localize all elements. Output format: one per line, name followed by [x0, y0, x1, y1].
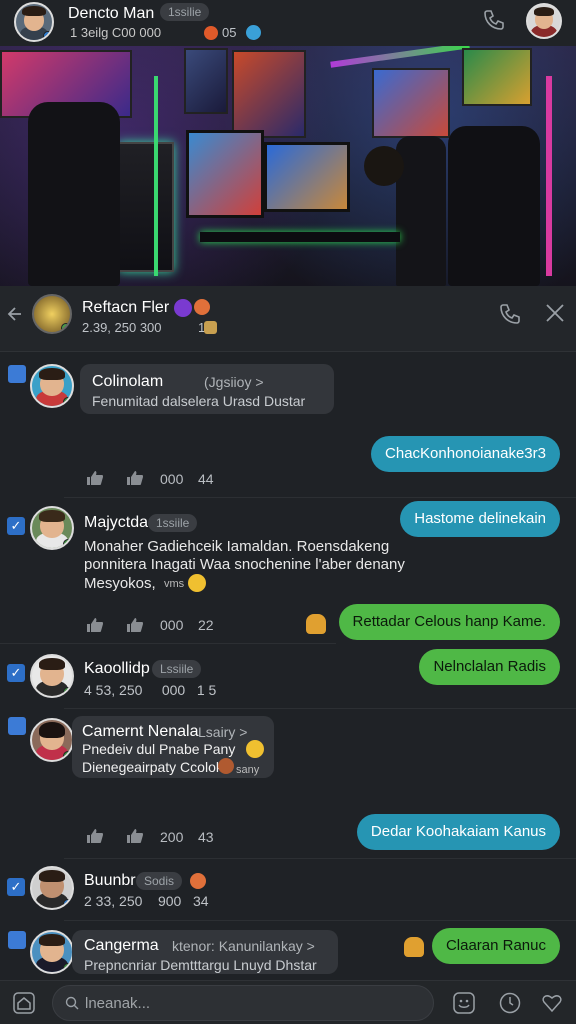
- fire-emoji-icon: [204, 26, 218, 40]
- timer-icon[interactable]: [498, 991, 522, 1015]
- message-line: Pnedeiv dul Pnabe Pany: [82, 741, 236, 757]
- hand-emoji-icon: [404, 937, 424, 957]
- reply-count: 43: [198, 829, 214, 845]
- message-bubble: Cangerma ktenor: Kanunilankay > Prepncnr…: [72, 930, 338, 974]
- close-icon[interactable]: [544, 302, 566, 324]
- thumbs-up-icon[interactable]: [86, 470, 104, 486]
- grin-emoji-icon: [246, 740, 264, 758]
- call-icon[interactable]: [498, 302, 522, 326]
- sender-name: Kaoollidp: [84, 660, 150, 677]
- checkbox-icon[interactable]: ✓: [7, 664, 25, 682]
- avatar[interactable]: [30, 654, 74, 698]
- face-emoji-icon: [190, 873, 206, 889]
- outgoing-message: Nelnclalan Radis: [419, 649, 560, 685]
- header-tag: 1ssilie: [160, 3, 210, 21]
- thumbs-up-icon[interactable]: [126, 828, 144, 844]
- conversation-stats: 2.39, 250 300: [82, 320, 162, 335]
- sender-tag: Sodis: [136, 872, 183, 890]
- like-badge-icon[interactable]: [8, 717, 26, 735]
- avatar[interactable]: [30, 718, 74, 762]
- outgoing-message: ChacKonhonoianake3r3: [371, 436, 560, 472]
- crystal-emoji-icon: [174, 299, 192, 317]
- sender-tag: ktenor: Kanunilankay >: [172, 938, 315, 954]
- header-stats: 1 3eilg C00 000: [70, 25, 162, 40]
- bag-emoji-icon: [204, 321, 217, 334]
- message-text: Fenumitad dalselera Urasd Dustar: [92, 393, 306, 409]
- header-title: Dencto Man: [68, 5, 155, 22]
- reaction-count: 000: [160, 471, 184, 487]
- avatar[interactable]: [30, 364, 74, 408]
- face-emoji-icon: [194, 299, 210, 315]
- message-suffix: vms: [164, 578, 185, 590]
- checkbox-icon[interactable]: ✓: [7, 878, 25, 896]
- avatar[interactable]: [30, 866, 74, 910]
- message-line: Dienegeairpaty Ccolok: [82, 759, 223, 775]
- thumbs-up-icon[interactable]: [86, 828, 104, 844]
- outgoing-message: Dedar Koohakaiam Kanus: [356, 814, 560, 850]
- conversation-title: Reftacn Fler: [82, 299, 170, 316]
- laugh-emoji-icon: [188, 574, 206, 592]
- message-input[interactable]: lneanak...: [52, 985, 434, 1021]
- message-text: Prepncnriar Demtttargu Lnuyd Dhstar: [84, 957, 317, 973]
- avatar[interactable]: [30, 506, 74, 550]
- message-bubble: Camernt Nenala Lsairy > Pnedeiv dul Pnab…: [72, 716, 274, 778]
- hand-emoji-icon: [306, 614, 326, 634]
- like-badge-icon[interactable]: [8, 931, 26, 949]
- sender-tag: (Jgsiioy >: [204, 374, 264, 390]
- header-avatar[interactable]: [14, 2, 54, 42]
- message-stats: 4 53, 250 000 1 5: [84, 682, 217, 698]
- checkbox-icon[interactable]: ✓: [7, 517, 25, 535]
- phone-icon[interactable]: [482, 8, 506, 32]
- composer-bar: lneanak...: [0, 980, 576, 1024]
- top-header: Dencto Man 1ssilie 1 3eilg C00 000 05: [0, 0, 576, 46]
- chat-app: { "header":{"title":"Dencto Man","tag":"…: [0, 0, 576, 1024]
- message-line: Monaher Gadiehceik Iamaldan. Roensdakeng: [84, 538, 390, 555]
- header-stats2: 05: [222, 25, 237, 40]
- message-line: ponnitera Inagati Waa snochenine l'aber …: [84, 556, 405, 573]
- sender-name: Majyctda: [84, 514, 149, 531]
- reaction-count: 200: [160, 829, 184, 845]
- smile-emoji-icon: [218, 758, 234, 774]
- message-suffix: sany: [236, 764, 260, 776]
- sender-tag: Lssiile: [152, 660, 202, 678]
- sender-name: Colinolam: [92, 373, 164, 390]
- group-avatar[interactable]: [32, 294, 72, 334]
- input-placeholder: lneanak...: [85, 995, 151, 1012]
- home-icon[interactable]: [12, 991, 36, 1015]
- banner-image: [0, 46, 576, 286]
- sticker-icon[interactable]: [452, 991, 476, 1015]
- outgoing-message: Rettadar Celous hanp Kame.: [338, 604, 560, 640]
- avatar[interactable]: [30, 930, 74, 974]
- thumbs-up-icon[interactable]: [86, 617, 104, 633]
- outgoing-message: Claaran Ranuc: [431, 928, 560, 964]
- message-line: Mesyokos,: [84, 575, 156, 592]
- sender-name: Buunbr: [84, 872, 136, 889]
- reply-count: 22: [198, 617, 214, 633]
- header-right-avatar[interactable]: [526, 3, 562, 39]
- like-badge-icon[interactable]: [8, 365, 26, 383]
- conversation-header: Reftacn Fler 2.39, 250 300 1: [0, 286, 576, 352]
- sender-name: Camernt Nenala: [82, 723, 199, 740]
- heart-icon[interactable]: [540, 991, 564, 1015]
- thumbs-up-icon[interactable]: [126, 617, 144, 633]
- back-arrow-icon[interactable]: [6, 304, 26, 324]
- sender-name: Cangerma: [84, 937, 159, 954]
- globe-emoji-icon: [246, 25, 261, 40]
- reaction-count: 000: [160, 617, 184, 633]
- outgoing-message: Hastome delinekain: [400, 501, 560, 537]
- message-bubble: Colinolam (Jgsiioy > Fenumitad dalselera…: [80, 364, 334, 414]
- reply-count: 44: [198, 471, 214, 487]
- message-stats: 2 33, 250 900 34: [84, 893, 209, 909]
- thumbs-up-icon[interactable]: [126, 470, 144, 486]
- sender-tag: 1ssiile: [148, 514, 198, 532]
- search-icon: [65, 996, 79, 1010]
